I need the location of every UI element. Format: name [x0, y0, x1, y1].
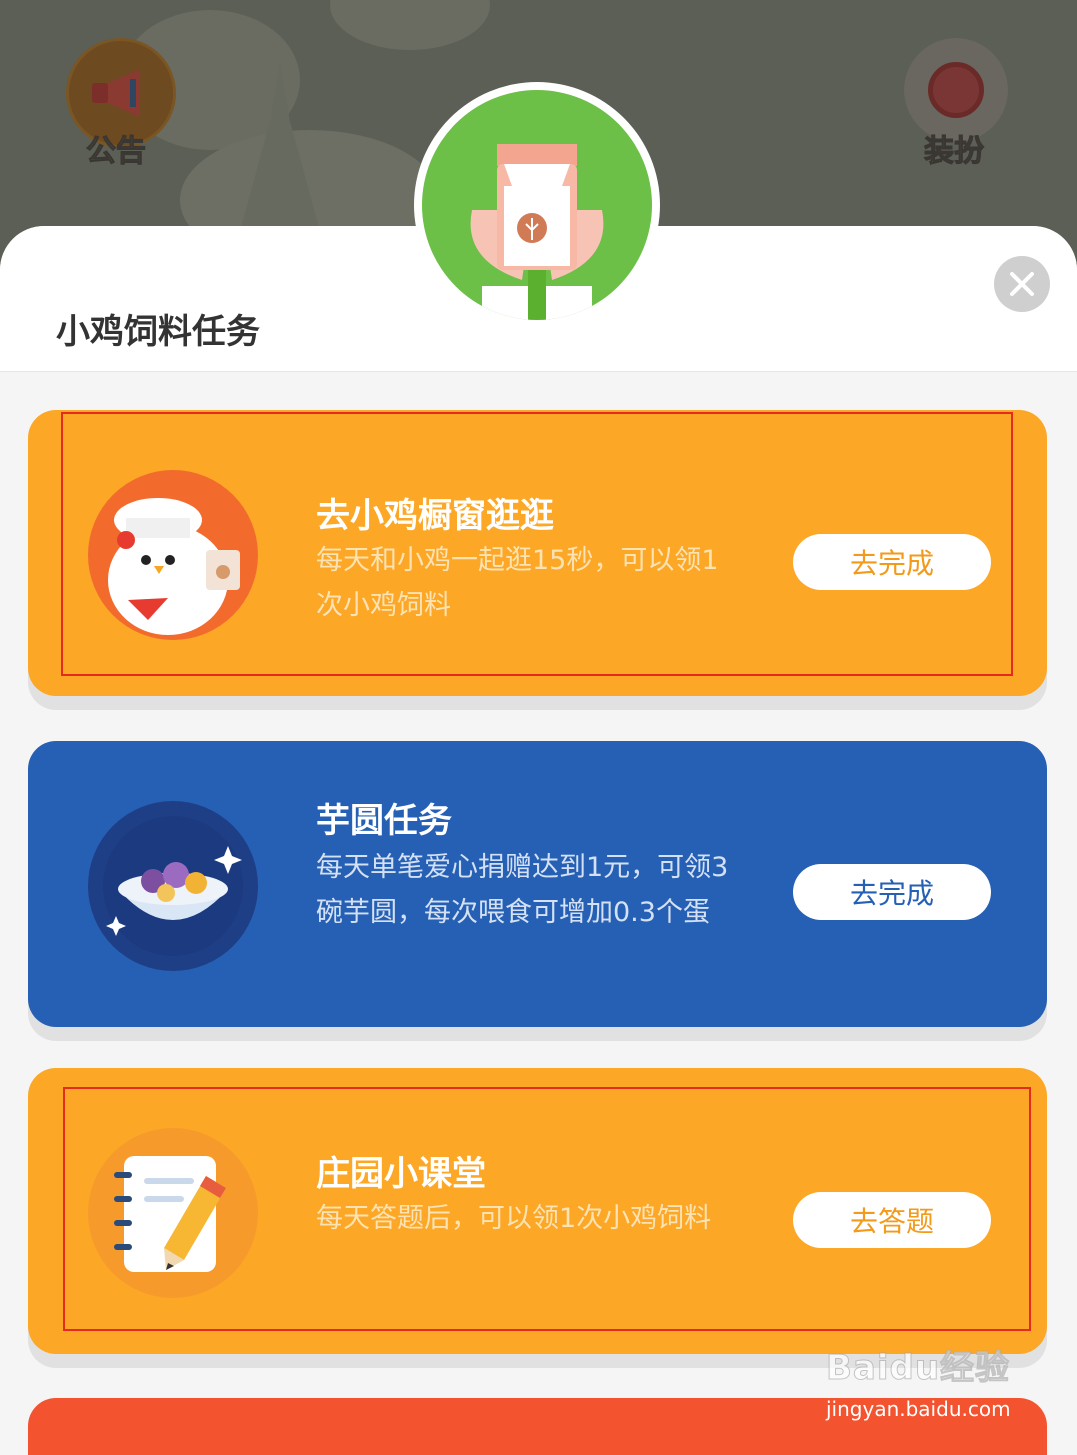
taro-bowl-icon: [88, 801, 258, 971]
sheet-title: 小鸡饲料任务: [56, 312, 260, 352]
task-card-taro-balls: 芋圆任务 每天单笔爱心捐赠达到1元，可领3碗芋圆，每次喂食可增加0.3个蛋 去完…: [28, 741, 1047, 1027]
mirror-icon: [928, 62, 984, 118]
answer-quiz-button[interactable]: 去答题: [793, 1192, 991, 1248]
complete-button[interactable]: 去完成: [793, 534, 991, 590]
task-title: 芋圆任务: [316, 801, 452, 841]
complete-button[interactable]: 去完成: [793, 864, 991, 920]
feed-task-sheet: 小鸡饲料任务 去小鸡橱窗逛逛 每天和小鸡一起逛15秒，可以领1次小鸡饲料 去完成…: [0, 226, 1077, 1455]
close-icon: [1010, 272, 1034, 296]
announcement-label: 公告: [86, 134, 147, 170]
task-description: 每天和小鸡一起逛15秒，可以领1次小鸡饲料: [316, 545, 719, 621]
chick-chef-icon: [88, 470, 258, 640]
watermark-url: jingyan.baidu.com: [826, 1397, 1011, 1421]
feed-bag-badge: [414, 82, 660, 328]
feed-bag-hands-icon: [470, 144, 604, 320]
notebook-pencil-icon: [88, 1128, 258, 1298]
watermark: Baidu经验 jingyan.baidu.com: [826, 1340, 1026, 1440]
close-button[interactable]: [994, 256, 1050, 312]
task-title: 去小鸡橱窗逛逛: [316, 496, 554, 536]
task-card-window-shopping: 去小鸡橱窗逛逛 每天和小鸡一起逛15秒，可以领1次小鸡饲料 去完成: [28, 410, 1047, 696]
task-card-farm-class: 庄园小课堂 每天答题后，可以领1次小鸡饲料 去答题: [28, 1068, 1047, 1354]
dress-up-label: 装扮: [924, 134, 985, 170]
watermark-logo: Baidu经验: [826, 1348, 1011, 1389]
task-title: 庄园小课堂: [316, 1154, 486, 1194]
task-description: 每天答题后，可以领1次小鸡饲料: [316, 1203, 712, 1234]
task-description: 每天单笔爱心捐赠达到1元，可领3碗芋圆，每次喂食可增加0.3个蛋: [316, 852, 729, 928]
megaphone-icon: [92, 69, 140, 117]
